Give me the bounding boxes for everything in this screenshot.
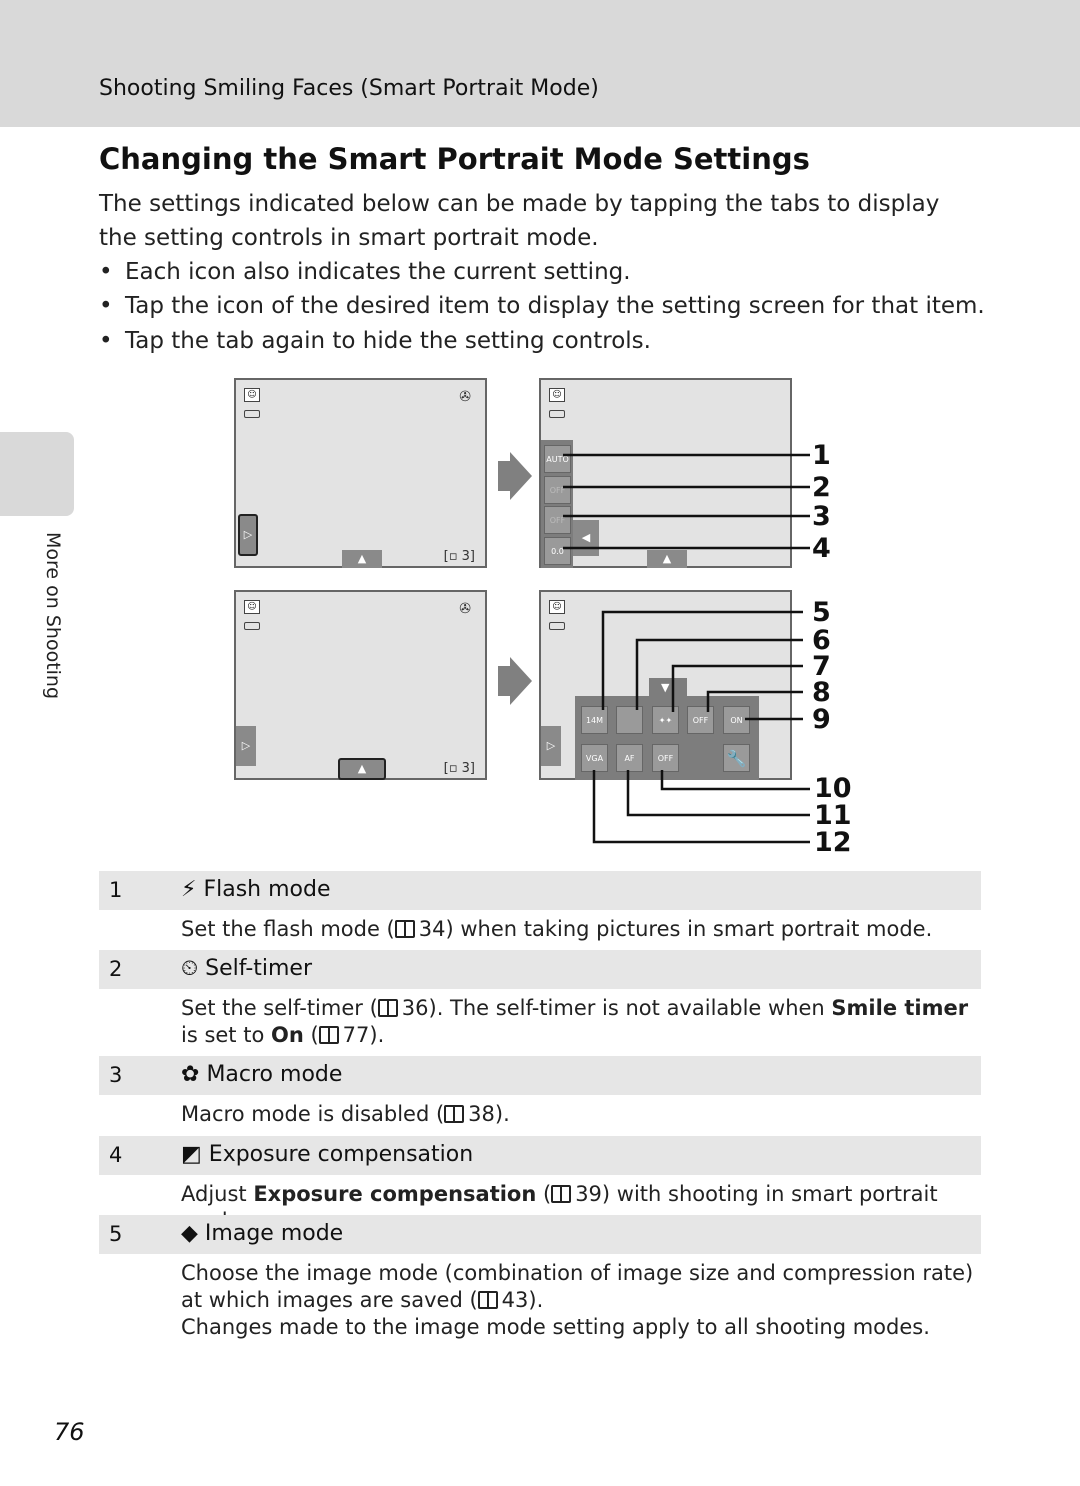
setting-description: Set the flash mode (34) when taking pict… [181,916,981,943]
emphasis: On [270,1023,304,1047]
setting-row-header: 2 ⏲ Self-timer [99,950,981,989]
item-title: ✿ Macro mode [181,1062,342,1087]
text: Changes made to the image mode setting a… [181,1315,930,1339]
callout-number: 12 [814,827,852,858]
book-icon [394,920,415,938]
page-reference: 38 [444,1102,495,1126]
setting-description: Macro mode is disabled (38). [181,1101,981,1128]
macro-icon: ✿ [181,1062,200,1087]
item-label: Macro mode [206,1062,343,1087]
item-number: 4 [109,1143,123,1167]
page-reference: 39 [551,1182,602,1206]
item-number: 2 [109,957,123,981]
text: Choose the image mode (combination of im… [181,1261,974,1312]
setting-description: Choose the image mode (combination of im… [181,1260,981,1341]
book-icon [377,999,398,1017]
page-reference: 77 [318,1023,369,1047]
text: Adjust [181,1182,254,1206]
text: ). [528,1288,544,1312]
text: ). [494,1102,510,1126]
text: Macro mode is disabled ( [181,1102,445,1126]
callout-number: 2 [812,472,831,503]
callout-number: 9 [812,704,831,735]
setting-row-header: 1 ⚡ Flash mode [99,871,981,910]
image-mode-icon: ◆ [181,1221,198,1246]
item-number: 5 [109,1222,123,1246]
setting-row-header: 5 ◆ Image mode [99,1215,981,1254]
exposure-compensation-icon: ◩ [181,1142,202,1167]
book-icon [444,1105,465,1123]
text: ). [369,1023,385,1047]
text: Set the self-timer ( [181,996,378,1020]
flash-icon: ⚡ [181,877,197,902]
item-title: ⏲ Self-timer [181,956,312,981]
item-number: 1 [109,878,123,902]
item-title: ◆ Image mode [181,1221,343,1246]
setting-description: Set the self-timer (36). The self-timer … [181,995,981,1049]
text: is set to [181,1023,271,1047]
text: ). The self-timer is not available when [428,996,832,1020]
book-icon [318,1026,339,1044]
callout-number: 1 [812,440,831,471]
text: ( [536,1182,552,1206]
text: Set the flash mode ( [181,917,395,941]
callout-number: 5 [812,597,831,628]
item-label: Exposure compensation [208,1142,474,1167]
page-reference: 36 [377,996,429,1020]
text: ) when taking pictures in smart portrait… [445,917,933,941]
item-label: Image mode [204,1221,344,1246]
text: ( [303,1023,319,1047]
setting-row-header: 4 ◩ Exposure compensation [99,1136,981,1175]
setting-row-header: 3 ✿ Macro mode [99,1056,981,1095]
book-icon [551,1185,572,1203]
callout-number: 4 [812,533,831,564]
emphasis: Exposure compensation [253,1182,537,1206]
emphasis: Smile timer [831,996,969,1020]
page-reference: 34 [394,917,445,941]
page-number: 76 [54,1418,85,1446]
self-timer-icon: ⏲ [181,956,199,981]
item-title: ⚡ Flash mode [181,877,331,902]
book-icon [477,1291,498,1309]
page-reference: 43 [477,1288,528,1312]
callout-number: 3 [812,501,831,532]
item-number: 3 [109,1063,123,1087]
item-title: ◩ Exposure compensation [181,1142,473,1167]
item-label: Self-timer [205,956,313,981]
callout-lines [563,453,810,844]
item-label: Flash mode [203,877,331,902]
